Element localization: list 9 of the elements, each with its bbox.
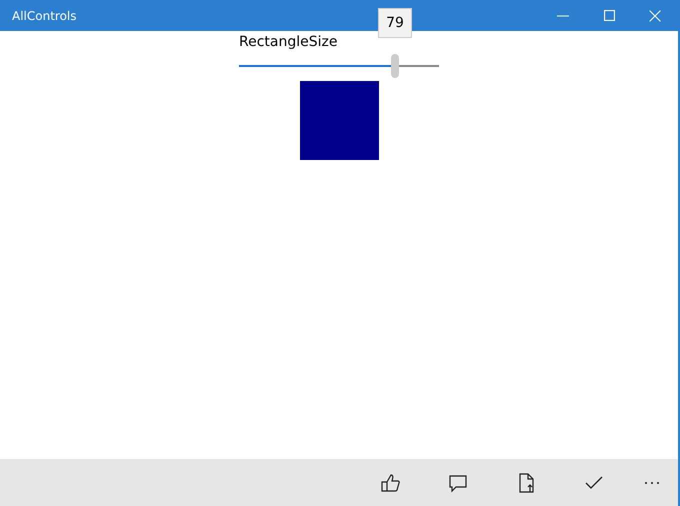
value-tooltip: 79 [378,8,412,38]
slider-label: RectangleSize [239,34,338,50]
maximize-icon [604,10,614,21]
slider-thumb[interactable] [391,54,399,78]
close-icon [649,10,661,22]
window-title: AllControls [12,8,77,22]
thumbs-up-icon [380,472,400,492]
slider[interactable] [239,54,439,78]
comment-icon [448,472,468,492]
